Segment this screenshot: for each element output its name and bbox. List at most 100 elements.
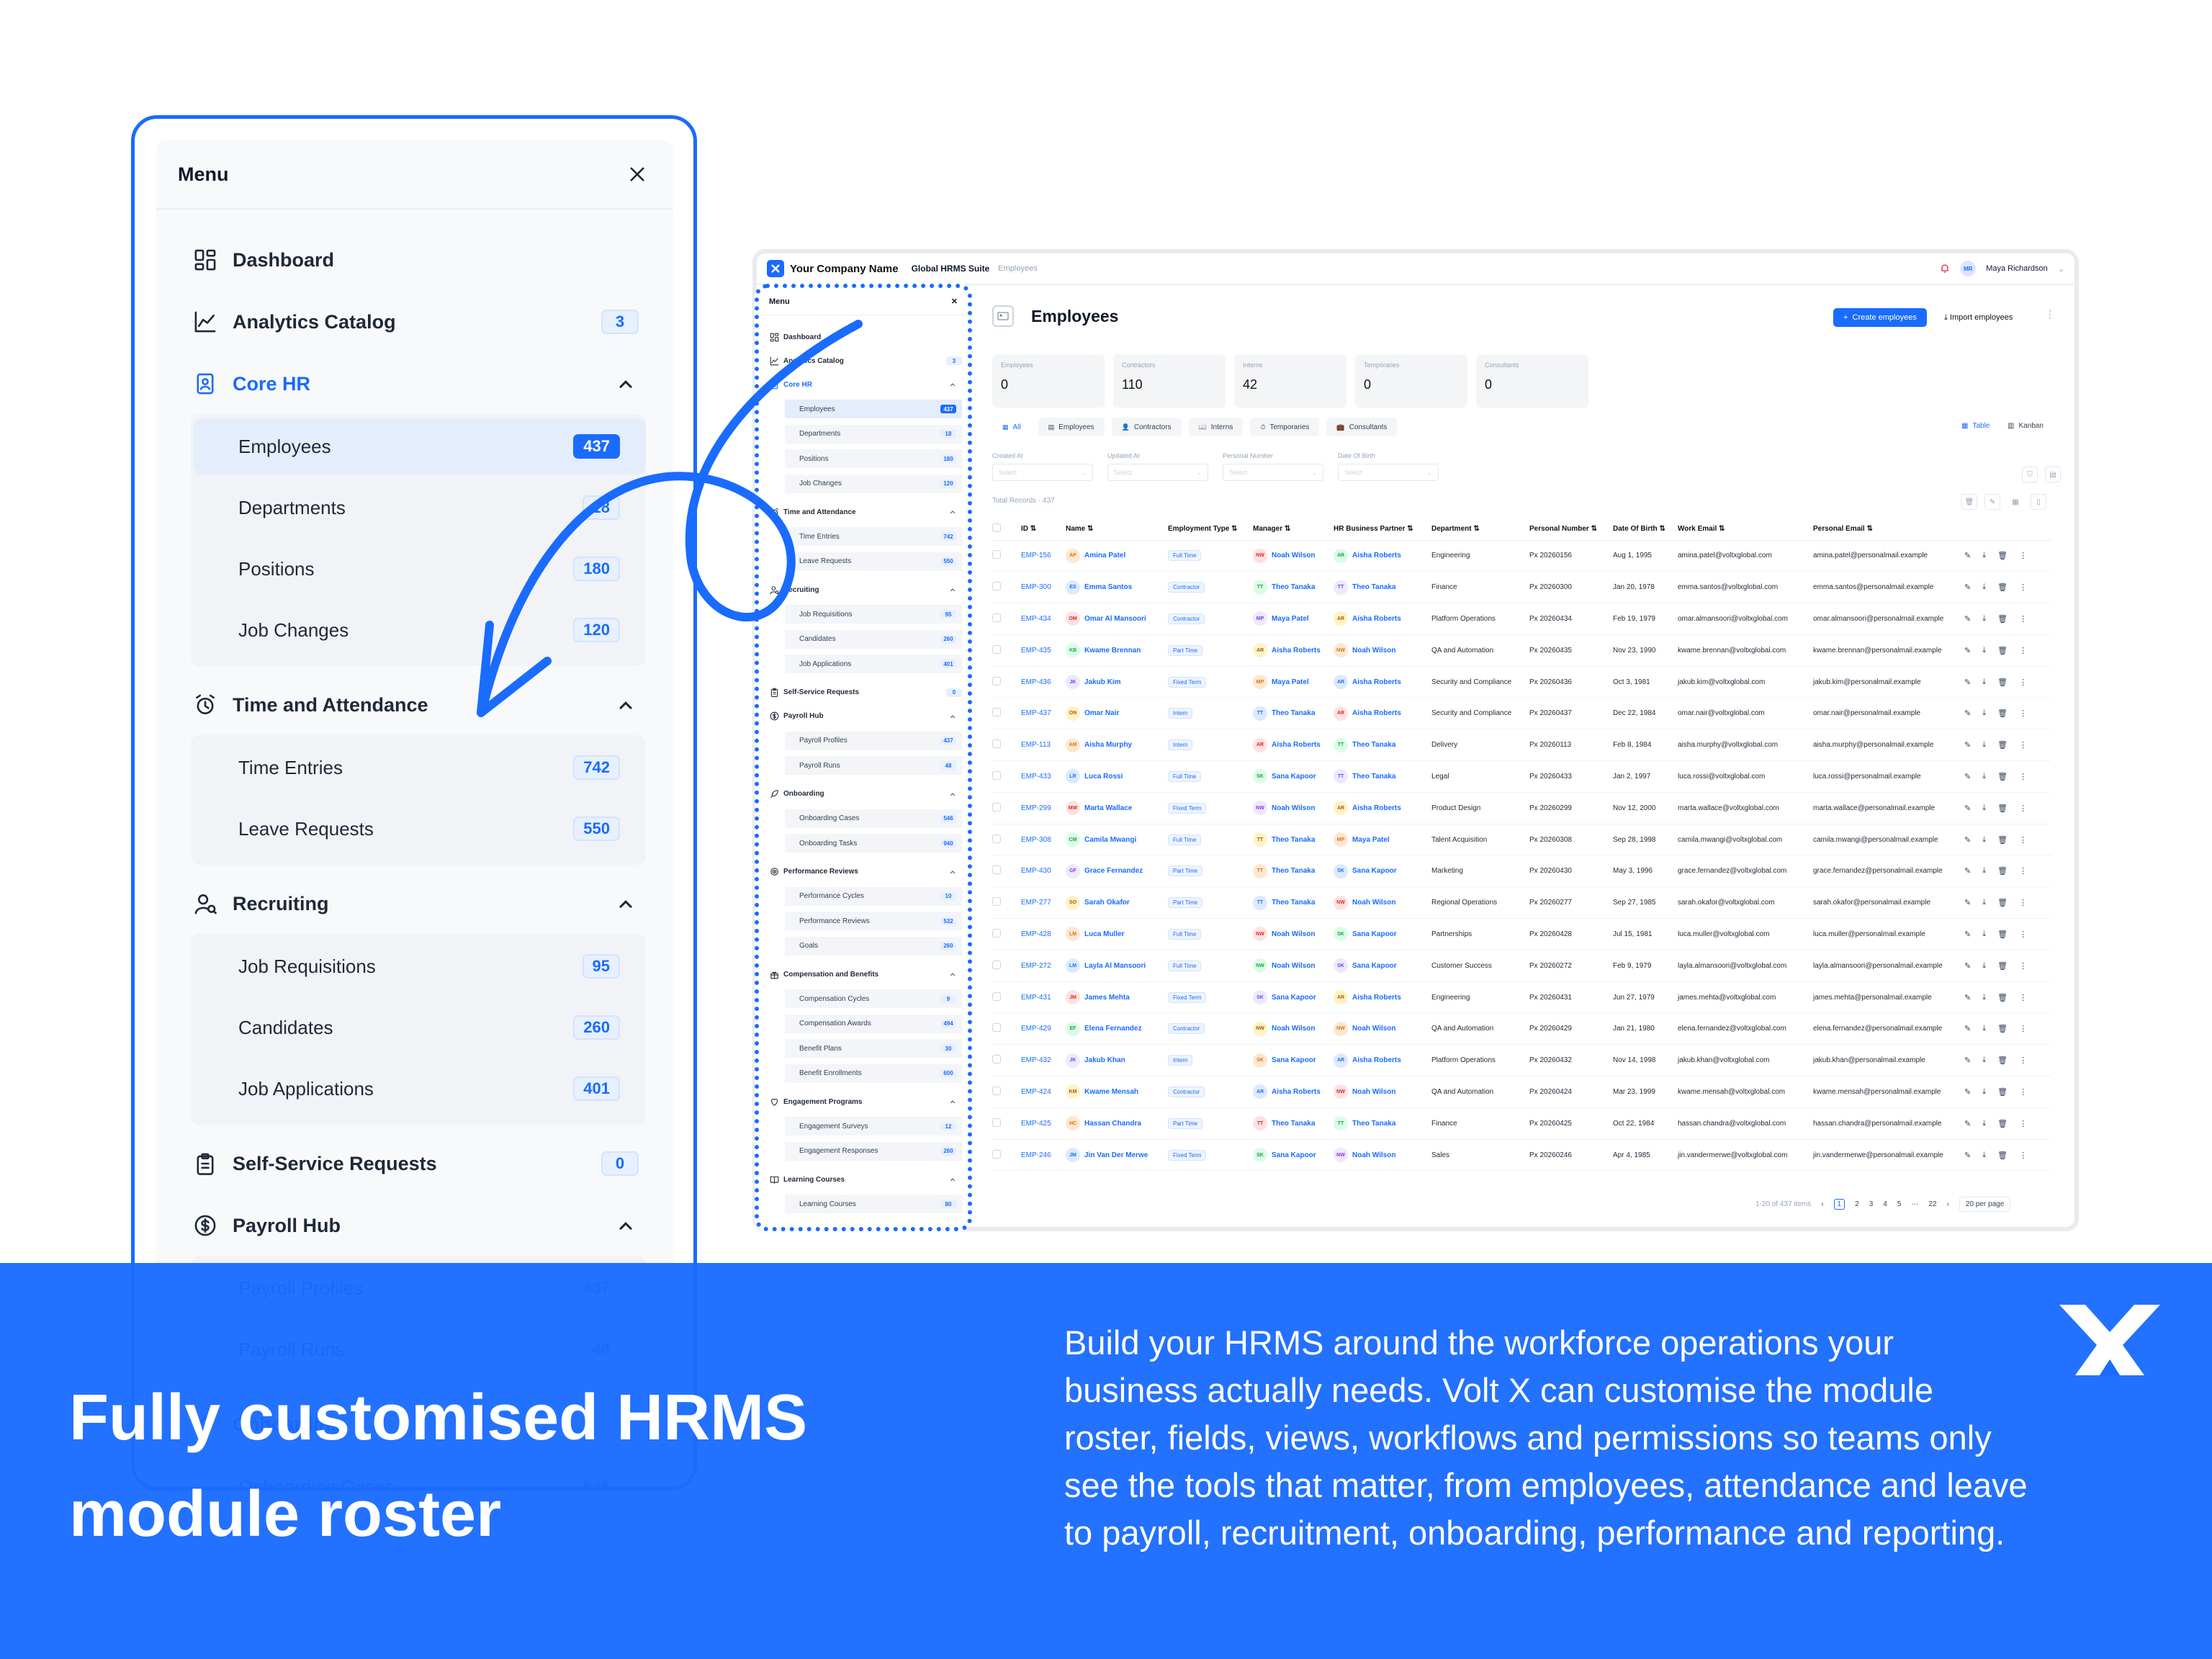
person-cell[interactable]: ES Emma Santos [1066,571,1168,604]
person[interactable]: JK Jakub Kim [1066,675,1168,690]
person-cell[interactable]: JM Jin Van Der Merwe [1066,1139,1168,1172]
edit-icon[interactable]: ✎ [1964,614,1971,624]
person-cell[interactable]: MP Maya Patel [1253,666,1334,698]
person[interactable]: ON Omar Nair [1066,706,1168,721]
create-employees-button[interactable]: + Create employees [1833,308,1927,327]
page-3[interactable]: 3 [1869,1200,1874,1208]
more-icon[interactable]: ⋮ [2019,772,2027,781]
checkbox[interactable] [992,1023,1001,1033]
person[interactable]: LM Luca Muller [1066,927,1168,942]
person[interactable]: TT Theo Tanaka [1334,580,1431,595]
employee-id[interactable]: EMP-431 [1021,981,1066,1014]
person[interactable]: EF Elena Fernandez [1066,1021,1168,1036]
small-sidebar-subitem[interactable]: Payroll Profiles 437 [785,731,962,750]
person-cell[interactable]: NW Noah Wilson [1253,792,1334,824]
small-sidebar-item-learning-courses[interactable]: Learning Courses [769,1171,962,1188]
person[interactable]: AR Aisha Roberts [1253,1084,1334,1100]
table-row[interactable]: EMP-272 LM Layla Al Mansoori Full Time NW Noa… [992,950,2051,982]
checkbox[interactable] [992,739,1001,749]
employee-id[interactable]: EMP-156 [1021,540,1066,572]
more-icon[interactable]: ⋮ [2019,678,2027,687]
checkbox[interactable] [992,992,1001,1001]
download-icon[interactable]: ⤓ [1982,993,1986,1002]
person-cell[interactable]: NW Noah Wilson [1334,1139,1431,1172]
sort-icon[interactable]: ⇅ [1865,525,1872,533]
chevron-up-icon[interactable] [948,507,958,517]
row-select[interactable] [992,729,1021,762]
company-logo-icon[interactable] [767,260,784,277]
person[interactable]: JK Jakub Khan [1066,1053,1168,1068]
person-cell[interactable]: MP Maya Patel [1334,824,1431,856]
layout-icon[interactable]: ▯ [2031,494,2046,510]
trash-icon[interactable]: 🗑 [1997,551,2008,560]
person[interactable]: SK Sana Kapoor [1253,769,1334,784]
sidebar-item-time-and-attendance[interactable]: Time and Attendance [172,676,660,734]
page-2[interactable]: 2 [1855,1200,1859,1208]
employee-id[interactable]: EMP-246 [1021,1139,1066,1172]
table-row[interactable]: EMP-300 ES Emma Santos Contractor TT Theo Tan… [992,571,2051,604]
edit-icon[interactable]: ✎ [1984,494,2000,510]
person[interactable]: OM Omar Al Mansoori [1066,611,1168,626]
trash-icon[interactable]: 🗑 [1997,678,2008,687]
per-page-select[interactable]: 20 per page [1959,1197,2011,1212]
column-header[interactable]: Date Of Birth ⇅ [1613,518,1678,541]
person[interactable]: NW Noah Wilson [1253,801,1334,816]
download-icon[interactable]: ⤓ [1982,1024,1986,1033]
page-1[interactable]: 1 [1833,1199,1845,1210]
more-icon[interactable]: ⋮ [2019,804,2027,813]
download-icon[interactable]: ⤓ [1982,614,1986,624]
trash-icon[interactable]: 🗑 [1997,709,2008,718]
person-cell[interactable]: OM Omar Al Mansoori [1066,603,1168,635]
small-sidebar-subitem[interactable]: Payroll Runs 48 [785,756,962,775]
small-sidebar-subitem[interactable]: Goals 260 [785,936,962,956]
trash-icon[interactable]: 🗑 [1997,898,2008,907]
trash-icon[interactable]: 🗑 [1997,804,2008,813]
sidebar-subitem-job-requisitions[interactable]: Job Requisitions 95 [194,938,646,994]
sidebar-item-payroll-hub[interactable]: Payroll Hub [172,1197,660,1254]
edit-icon[interactable]: ✎ [1964,1087,1971,1097]
person[interactable]: NW Noah Wilson [1334,1021,1431,1036]
more-icon[interactable]: ⋮ [2019,961,2027,971]
company-name[interactable]: Your Company Name [790,263,899,275]
table-row[interactable]: EMP-429 EF Elena Fernandez Contractor NW Noah… [992,1012,2051,1046]
person-cell[interactable]: LM Luca Muller [1066,918,1168,950]
small-sidebar-subitem[interactable]: Departments 18 [785,424,962,444]
sidebar-item-self-service-requests[interactable]: Self-Service Requests 0 [172,1135,660,1192]
row-select[interactable] [992,886,1021,920]
table-row[interactable]: EMP-113 AM Aisha Murphy Intern AR Aisha Rober… [992,729,2051,762]
person-cell[interactable]: LR Luca Rossi [1066,760,1168,793]
trash-icon[interactable]: 🗑 [1997,772,2008,781]
row-select[interactable] [992,1139,1021,1172]
checkbox[interactable] [992,582,1001,591]
person[interactable]: SK Sana Kapoor [1334,927,1431,942]
checkbox[interactable] [992,550,1001,559]
tab-all[interactable]: ▦ All [992,418,1031,436]
person[interactable]: AR Aisha Roberts [1334,548,1431,563]
checkbox[interactable] [992,960,1001,969]
download-icon[interactable]: ⤓ [1982,866,1986,876]
person[interactable]: KM Kwame Mensah [1066,1084,1168,1100]
person-cell[interactable]: TT Theo Tanaka [1253,571,1334,604]
checkbox[interactable] [992,644,1001,654]
person-cell[interactable]: SK Sana Kapoor [1334,855,1431,888]
small-sidebar-item-self-service-requests[interactable]: Self-Service Requests 0 [769,684,962,701]
edit-icon[interactable]: ✎ [1964,804,1971,813]
person-cell[interactable]: TT Theo Tanaka [1253,1107,1334,1140]
table-row[interactable]: EMP-308 CM Camila Mwangi Full Time TT Theo Ta… [992,824,2051,856]
small-sidebar-subitem[interactable]: Compensation Awards 494 [785,1014,962,1033]
person-cell[interactable]: SK Sana Kapoor [1334,950,1431,982]
person-cell[interactable]: NW Noah Wilson [1253,1012,1334,1046]
more-icon[interactable]: ⋮ [2019,835,2027,845]
person[interactable]: AR Aisha Roberts [1253,643,1334,658]
person[interactable]: TT Theo Tanaka [1334,769,1431,784]
chevron-up-icon[interactable] [613,891,639,917]
employee-id[interactable]: EMP-429 [1021,1012,1066,1046]
table-row[interactable]: EMP-431 JM James Mehta Fixed Term SK Sana Kap… [992,981,2051,1014]
sort-icon[interactable]: ⇅ [1472,525,1479,533]
row-select[interactable] [992,855,1021,888]
person[interactable]: TT Theo Tanaka [1334,737,1431,752]
person[interactable]: NW Noah Wilson [1253,548,1334,563]
person-cell[interactable]: SK Sana Kapoor [1253,981,1334,1014]
small-sidebar-subitem[interactable]: Positions 180 [785,449,962,468]
checkbox[interactable] [992,708,1001,717]
